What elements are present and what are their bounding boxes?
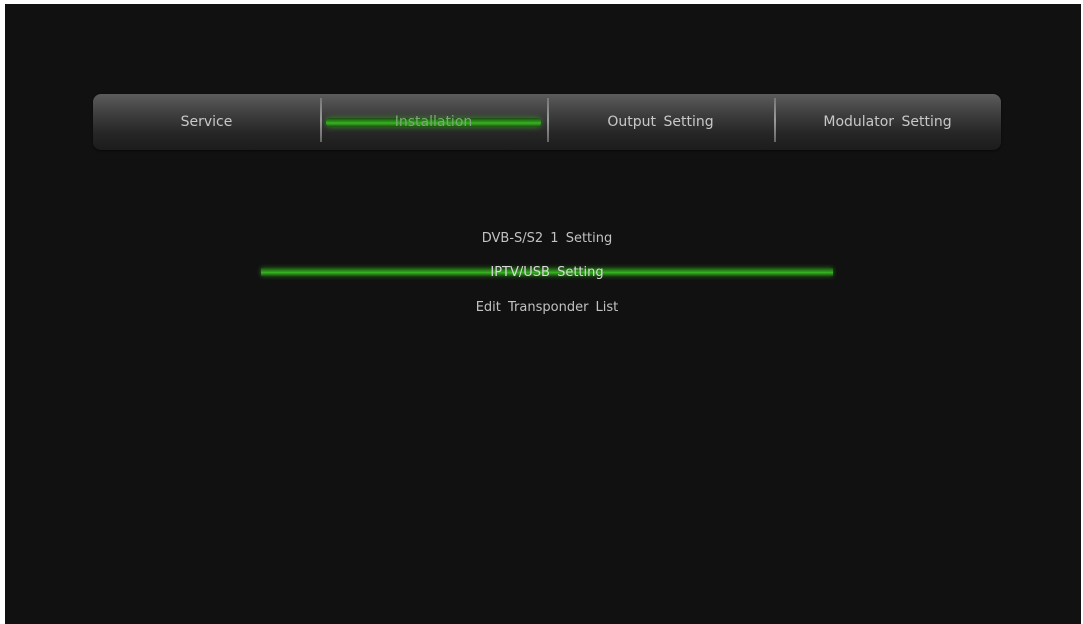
tab-output-setting-label: Output Setting <box>607 114 714 130</box>
tab-service-label: Service <box>180 114 233 130</box>
tab-modulator-setting-label: Modulator Setting <box>823 114 952 130</box>
menu-item-iptv-usb-setting[interactable]: IPTV/USB Setting <box>261 261 833 283</box>
menu-item-label: DVB-S/S2 1 Setting <box>481 230 613 246</box>
menu-item-edit-transponder-list[interactable]: Edit Transponder List <box>261 296 833 318</box>
tab-installation-label: Installation <box>394 114 473 130</box>
tv-menu-screen: Service Installation Output Setting Modu… <box>5 4 1081 624</box>
menu-item-label: IPTV/USB Setting <box>490 264 604 280</box>
menu-item-dvb-s-s2-setting[interactable]: DVB-S/S2 1 Setting <box>261 227 833 249</box>
installation-menu: DVB-S/S2 1 Setting IPTV/USB Setting Edit… <box>5 4 1081 624</box>
menu-item-label: Edit Transponder List <box>475 299 619 315</box>
